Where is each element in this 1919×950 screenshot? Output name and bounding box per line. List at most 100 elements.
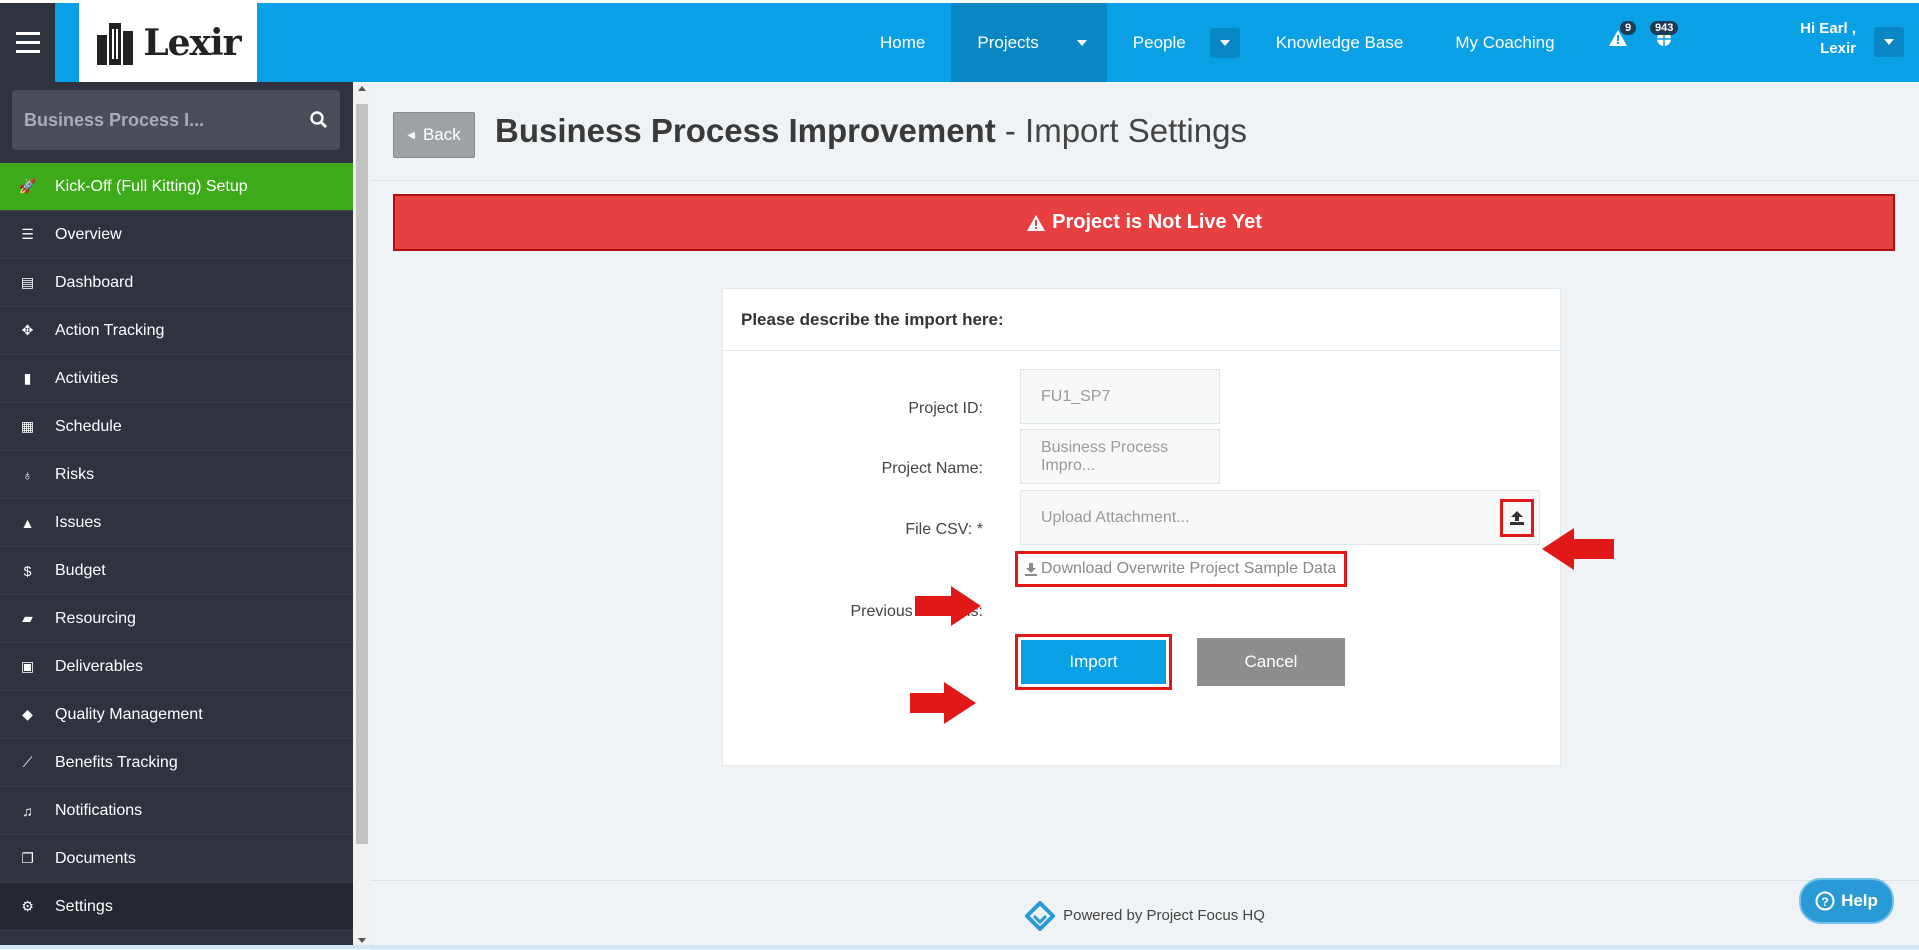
sidebar-item-label: Resourcing	[55, 609, 136, 627]
project-search-input[interactable]: Business Process I...	[12, 90, 340, 150]
annotation-arrow-right	[910, 682, 976, 724]
main-nav: Home Projects People Knowledge Base My C…	[854, 3, 1581, 82]
sidebar-item-label: Overview	[55, 225, 122, 243]
project-name-field[interactable]: Business Process Impro...	[1020, 429, 1220, 484]
cogs-icon: ⚙	[21, 898, 34, 914]
logo[interactable]: Lexir	[79, 3, 257, 82]
sidebar-item-kick-off[interactable]: 🚀 Kick-Off (Full Kitting) Setup	[0, 163, 353, 211]
crosshair-icon: ✥	[21, 322, 34, 338]
user-greeting: Hi Earl ,	[1800, 20, 1856, 37]
top-navbar: Lexir Home Projects People Knowledge Bas…	[0, 3, 1919, 82]
page-title: Business Process Improvement - Import Se…	[495, 112, 1247, 150]
alerts-button[interactable]: 9	[1608, 21, 1637, 52]
back-button[interactable]: ◀ Back	[393, 112, 475, 158]
line-chart-icon: ⟋	[22, 754, 33, 770]
notifications-button[interactable]: 943	[1650, 21, 1679, 52]
nav-home[interactable]: Home	[854, 3, 951, 82]
import-button[interactable]: Import	[1015, 634, 1172, 690]
nav-people-label: People	[1132, 32, 1186, 52]
logo-text: Lexir	[143, 21, 241, 64]
sidebar-item-label: Budget	[55, 561, 106, 579]
powered-by-text: Powered by Project Focus HQ	[1063, 907, 1265, 924]
menu-toggle-button[interactable]	[0, 3, 55, 82]
rocket-icon: 🚀	[18, 178, 37, 194]
warning-icon	[1027, 214, 1046, 231]
sidebar-item-label: Schedule	[55, 417, 122, 435]
sidebar-item-issues[interactable]: ▲ Issues	[0, 499, 353, 547]
sidebar-item-benefits-tracking[interactable]: ⟋ Benefits Tracking	[0, 739, 353, 787]
sidebar-item-settings[interactable]: ⚙ Settings	[0, 883, 353, 931]
cancel-button[interactable]: Cancel	[1197, 638, 1345, 686]
sidebar-item-overview[interactable]: ☰ Overview	[0, 211, 353, 259]
not-live-alert: Project is Not Live Yet	[393, 194, 1895, 251]
sidebar-item-activities[interactable]: ▮ Activities	[0, 355, 353, 403]
nav-my-coaching[interactable]: My Coaching	[1429, 3, 1580, 82]
help-button[interactable]: ? Help	[1799, 878, 1894, 924]
user-dropdown-button[interactable]	[1874, 27, 1904, 57]
warning-icon: ▲	[20, 514, 35, 531]
sidebar-item-notifications[interactable]: ♫ Notifications	[0, 787, 353, 835]
dollar-icon: $	[23, 562, 32, 579]
sidebar-item-label: Action Tracking	[55, 321, 165, 339]
list-icon: ☰	[21, 226, 34, 242]
sidebar-item-action-tracking[interactable]: ✥ Action Tracking	[0, 307, 353, 355]
upload-button[interactable]	[1500, 499, 1534, 537]
import-label: Import	[1069, 652, 1118, 671]
lightbulb-icon: ♁	[22, 466, 33, 483]
sidebar: Business Process I... 🚀 Kick-Off (Full Ki…	[0, 82, 353, 949]
nav-knowledge-base[interactable]: Knowledge Base	[1250, 3, 1430, 82]
file-upload-placeholder: Upload Attachment...	[1041, 508, 1190, 526]
sidebar-item-label: Risks	[55, 465, 95, 483]
truck-icon: ▣	[20, 658, 35, 674]
nav-projects[interactable]: Projects	[951, 3, 1107, 82]
nav-people[interactable]: People	[1107, 3, 1250, 82]
user-menu[interactable]: Hi Earl , Lexir	[1766, 19, 1856, 59]
building-logo-icon	[97, 22, 134, 65]
chevron-down-icon	[1219, 39, 1230, 46]
import-form-card: Please describe the import here: Project…	[722, 288, 1561, 766]
project-search-text: Business Process I...	[24, 109, 205, 130]
cancel-label: Cancel	[1244, 652, 1298, 671]
project-name-label: Project Name:	[881, 460, 983, 477]
sidebar-item-dashboard[interactable]: ▤ Dashboard	[0, 259, 353, 307]
sidebar-item-schedule[interactable]: ▦ Schedule	[0, 403, 353, 451]
project-id-value: FU1_SP7	[1041, 387, 1111, 405]
file-upload-field[interactable]: Upload Attachment...	[1020, 490, 1540, 545]
page-title-project: Business Process Improvement	[495, 112, 996, 149]
file-csv-label: File CSV: *	[905, 521, 983, 538]
tag-icon: ◆	[22, 706, 33, 722]
scroll-down-icon[interactable]	[358, 938, 366, 943]
scroll-up-icon[interactable]	[358, 86, 366, 91]
sidebar-item-deliverables[interactable]: ▣ Deliverables	[0, 643, 353, 691]
project-id-field[interactable]: FU1_SP7	[1020, 369, 1220, 424]
back-label: Back	[422, 125, 461, 144]
notifications-badge: 943	[1650, 21, 1679, 35]
divider	[371, 180, 1919, 181]
sidebar-item-label: Kick-Off (Full Kitting) Setup	[55, 177, 248, 195]
sidebar-item-label: Benefits Tracking	[55, 753, 178, 771]
sidebar-item-label: Notifications	[55, 801, 143, 819]
folder-open-icon: ▰	[22, 610, 33, 626]
search-icon[interactable]	[310, 111, 328, 129]
help-label: Help	[1841, 891, 1878, 910]
sidebar-item-resourcing[interactable]: ▰ Resourcing	[0, 595, 353, 643]
people-dropdown-button[interactable]	[1209, 27, 1240, 58]
annotation-arrow-right	[915, 586, 981, 626]
sidebar-scrollbar[interactable]	[353, 82, 371, 949]
sidebar-item-risks[interactable]: ♁ Risks	[0, 451, 353, 499]
projects-dropdown-button[interactable]	[1066, 27, 1097, 58]
upload-icon	[1510, 511, 1524, 525]
project-focus-logo-icon	[1025, 900, 1056, 931]
page-title-suffix: - Import Settings	[995, 112, 1247, 149]
user-name: Lexir	[1820, 40, 1856, 57]
sidebar-item-budget[interactable]: $ Budget	[0, 547, 353, 595]
hamburger-icon	[15, 29, 40, 56]
download-sample-link[interactable]: Download Overwrite Project Sample Data	[1015, 551, 1347, 587]
sidebar-item-documents[interactable]: ❐ Documents	[0, 835, 353, 883]
scroll-thumb[interactable]	[356, 104, 368, 844]
sidebar-item-label: Settings	[55, 897, 113, 915]
sidebar-item-quality-management[interactable]: ◆ Quality Management	[0, 691, 353, 739]
nav-projects-label: Projects	[977, 32, 1039, 52]
project-id-label: Project ID:	[908, 400, 983, 417]
chevron-down-icon	[1076, 39, 1087, 46]
